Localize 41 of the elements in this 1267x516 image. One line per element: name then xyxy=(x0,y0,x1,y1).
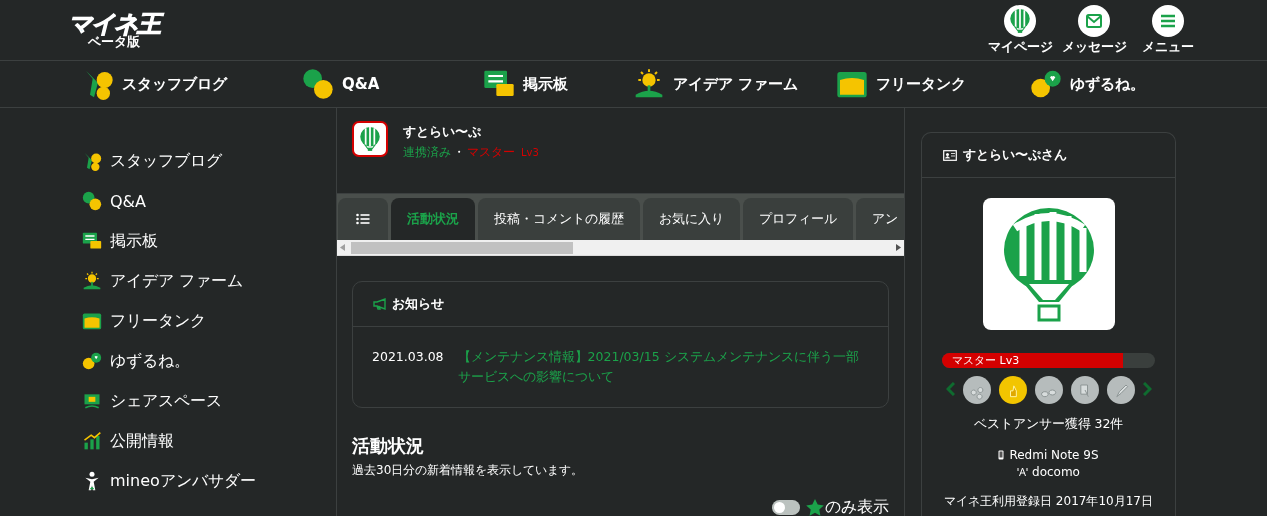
tab[interactable]: お気に入り xyxy=(643,198,740,240)
sidebar-link[interactable]: 掲示板 xyxy=(82,221,158,261)
level-bar-label: マスター Lv3 xyxy=(952,353,1020,368)
nav-link[interactable]: フリータンク xyxy=(836,68,1030,100)
rank-label: マスター xyxy=(467,144,515,161)
notice-link[interactable]: 【メンテナンス情報】2021/03/15 システムメンテナンスに伴う一部サービスへの影響について xyxy=(457,347,868,387)
sidebar-link[interactable]: シェアスペース xyxy=(82,381,222,421)
sidebar-link[interactable]: 公開情報 xyxy=(82,421,174,461)
separator: ・ xyxy=(453,144,465,161)
nav-link[interactable]: Q&A xyxy=(302,68,483,100)
header-action-button[interactable]: メニュー xyxy=(1135,4,1201,56)
nav-link[interactable]: ゆずるね。 xyxy=(1030,68,1210,100)
status-label: 連携済み xyxy=(403,144,451,161)
sidebar-link[interactable]: mineoアンバサダー xyxy=(82,461,256,501)
nav-link[interactable]: スタッフブログ xyxy=(82,68,302,100)
sidebar-link[interactable]: アイデア ファーム xyxy=(82,261,244,301)
card-title: お知らせ xyxy=(392,295,444,313)
user-name: すとらい〜ぷ xyxy=(403,123,482,141)
registration-date: マイネ王利用登録日 2017年10月17日 xyxy=(943,493,1154,510)
header-action-button[interactable]: マイページ xyxy=(987,4,1053,56)
device-name: Redmi Note 9S xyxy=(1009,448,1099,462)
carrier-name: docomo xyxy=(1032,465,1080,479)
sidebar-link[interactable]: スタッフブログ xyxy=(82,141,222,181)
badge-caption: ベストアンサー獲得 32件 xyxy=(972,416,1125,433)
beta-label: ベータ版 xyxy=(87,35,140,49)
tab[interactable]: 投稿・コメントの履歴 xyxy=(478,198,640,240)
section-title: 活動状況 xyxy=(352,434,425,458)
level-label: Lv3 xyxy=(521,147,539,158)
section-description: 過去30日分の新着情報を表示しています。 xyxy=(352,462,585,479)
tab[interactable]: 活動状況 xyxy=(391,198,475,240)
sidebar-link[interactable]: Q&A xyxy=(82,181,146,221)
tab[interactable]: プロフィール xyxy=(743,198,853,240)
sidebar-link[interactable]: ゆずるね。 xyxy=(82,341,190,381)
card-title: すとらい〜ぷさん xyxy=(963,146,1067,164)
filter-label: のみ表示 xyxy=(825,497,889,516)
header-action-button[interactable]: メッセージ xyxy=(1061,4,1127,56)
tab[interactable]: アン xyxy=(856,198,904,240)
notice-date: 2021.03.08 xyxy=(372,348,444,366)
nav-link[interactable]: 掲示板 xyxy=(483,68,633,100)
nav-link[interactable]: アイデア ファーム xyxy=(633,68,836,100)
sidebar-link[interactable]: フリータンク xyxy=(82,301,206,341)
